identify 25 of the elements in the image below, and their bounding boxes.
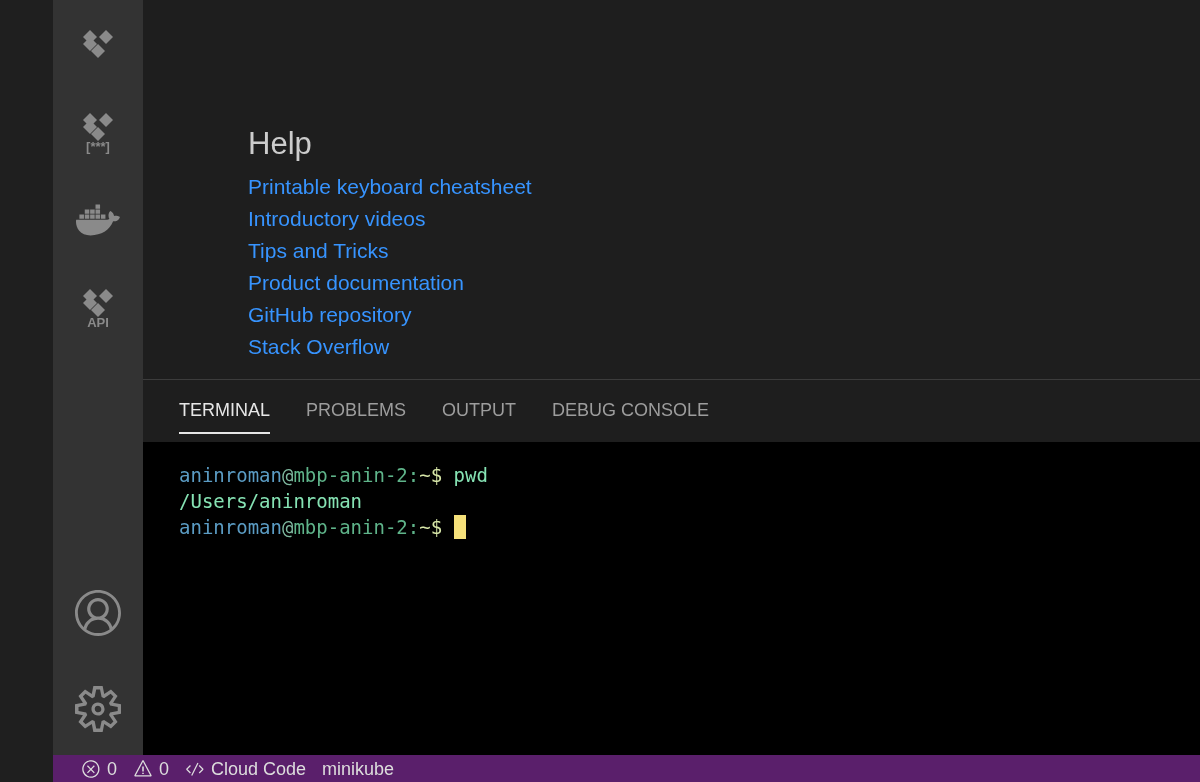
- settings-icon: [75, 686, 121, 732]
- terminal-line: /Users/aninroman: [179, 489, 363, 514]
- status-text[interactable]: 0: [159, 759, 170, 778]
- panel-tab[interactable]: OUTPUT: [442, 388, 517, 434]
- warning-icon: [133, 758, 153, 779]
- status-text[interactable]: Cloud Code: [211, 759, 307, 778]
- terminal[interactable]: aninroman@mbp-anin-2:~$ pwd /Users/aninroman aninroman@mbp-anin-2:~$: [143, 442, 1200, 755]
- help-link[interactable]: GitHub repository: [248, 299, 412, 331]
- panel-tab[interactable]: DEBUG CONSOLE: [552, 388, 710, 434]
- error-icon: [81, 758, 101, 779]
- help-link[interactable]: Printable keyboard cheatsheet: [248, 171, 532, 203]
- icon-label: [***]: [86, 139, 110, 153]
- terminal-line: aninroman@mbp-anin-2:~$ pwd: [179, 463, 488, 488]
- terminal-line: aninroman@mbp-anin-2:~$: [179, 515, 444, 540]
- help-link[interactable]: Product documentation: [248, 267, 464, 299]
- help-link[interactable]: Introductory videos: [248, 203, 426, 235]
- account-icon: [75, 590, 121, 636]
- panel-tab[interactable]: PROBLEMS: [306, 388, 407, 434]
- help-heading: Help: [248, 128, 313, 159]
- help-link[interactable]: Tips and Tricks: [248, 235, 389, 267]
- status-text[interactable]: minikube: [322, 759, 395, 778]
- status-text[interactable]: 0: [107, 759, 117, 778]
- help-link[interactable]: Stack Overflow: [248, 331, 390, 363]
- icon-label: API: [87, 315, 109, 329]
- panel-tab[interactable]: TERMINAL: [179, 388, 270, 434]
